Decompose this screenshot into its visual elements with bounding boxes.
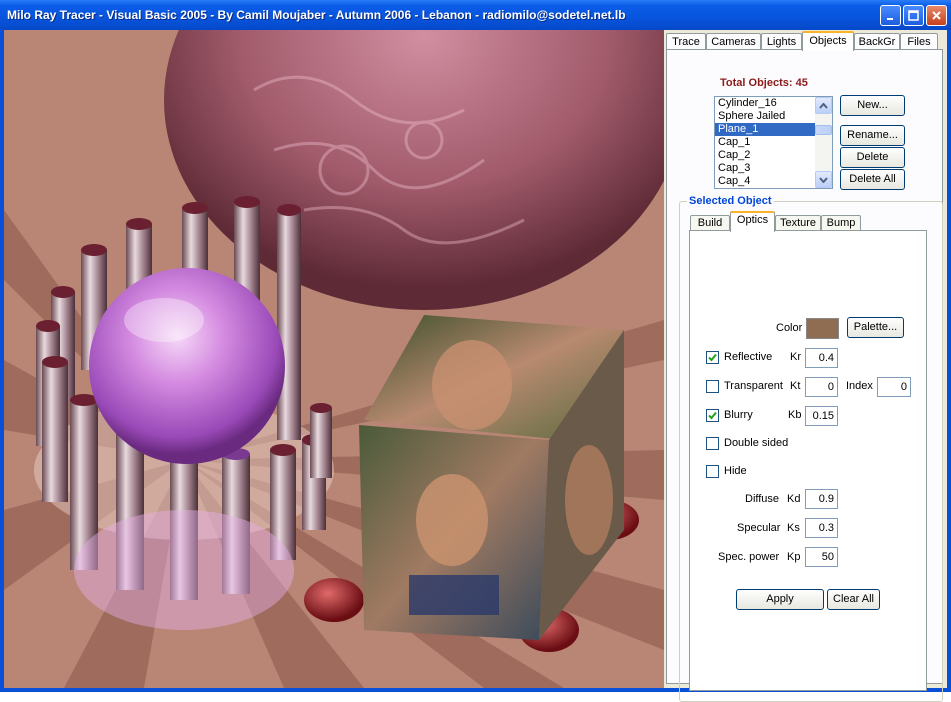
reflective-label: Reflective <box>724 351 773 363</box>
close-icon <box>932 11 941 20</box>
ks-label: Ks <box>787 522 800 534</box>
total-objects-count: 45 <box>795 77 808 89</box>
selected-object-label: Selected Object <box>687 195 774 207</box>
minimize-button[interactable] <box>880 5 901 26</box>
scroll-down-button[interactable] <box>815 171 832 188</box>
close-button[interactable] <box>926 5 947 26</box>
list-item[interactable]: Cap_1 <box>715 136 817 149</box>
kb-label: Kb <box>788 409 802 421</box>
render-canvas[interactable] <box>4 30 664 688</box>
chevron-down-icon <box>819 176 828 183</box>
list-scrollbar[interactable] <box>815 97 832 188</box>
double-sided-checkbox[interactable] <box>706 437 719 450</box>
delete-button[interactable]: Delete <box>840 147 905 168</box>
spec-power-label: Spec. power <box>718 551 780 563</box>
scroll-up-button[interactable] <box>815 97 832 114</box>
blurry-label: Blurry <box>724 409 753 421</box>
app-window: Milo Ray Tracer - Visual Basic 2005 - By… <box>0 0 951 702</box>
list-item[interactable]: Cap_3 <box>715 162 817 175</box>
specular-label: Specular <box>737 522 781 534</box>
blurry-checkbox[interactable] <box>706 409 719 422</box>
tab-cameras[interactable]: Cameras <box>706 33 761 50</box>
kd-label: Kd <box>787 493 801 505</box>
rendered-scene-image <box>4 30 664 688</box>
maximize-icon <box>908 10 919 21</box>
optics-panel: Color Palette... Reflective Kr 0.4 Trans… <box>689 230 927 691</box>
check-icon <box>708 411 717 420</box>
rename-button[interactable]: Rename... <box>840 125 905 146</box>
list-item[interactable]: Cap_2 <box>715 149 817 162</box>
kp-input[interactable]: 50 <box>805 547 838 567</box>
kr-input[interactable]: 0.4 <box>805 348 838 368</box>
palette-button[interactable]: Palette... <box>847 317 904 338</box>
list-item[interactable]: Cap_4 <box>715 175 817 188</box>
kp-label: Kp <box>787 551 801 563</box>
objects-listbox[interactable]: Cylinder_16 Sphere Jailed Plane_1 Cap_1 … <box>714 96 833 189</box>
window-title: Milo Ray Tracer - Visual Basic 2005 - By… <box>7 8 626 22</box>
clear-all-button[interactable]: Clear All <box>827 589 880 610</box>
tab-lights[interactable]: Lights <box>761 33 802 50</box>
total-objects-label: Total Objects: <box>720 77 793 89</box>
index-input[interactable]: 0 <box>877 377 911 397</box>
check-icon <box>708 353 717 362</box>
color-swatch[interactable] <box>806 318 839 339</box>
new-button[interactable]: New... <box>840 95 905 116</box>
chevron-up-icon <box>819 102 828 109</box>
list-item[interactable]: Sphere Jailed <box>715 110 817 123</box>
total-objects: Total Objects: 45 <box>720 77 808 89</box>
maximize-button[interactable] <box>903 5 924 26</box>
tab-objects[interactable]: Objects <box>802 31 854 51</box>
tab-bump[interactable]: Bump <box>821 215 861 231</box>
kt-label: Kt <box>790 380 801 392</box>
list-item[interactable]: Cylinder_16 <box>715 97 817 110</box>
kt-input[interactable]: 0 <box>805 377 838 397</box>
diffuse-label: Diffuse <box>745 493 780 505</box>
tab-backgr[interactable]: BackGr <box>854 33 900 50</box>
tab-optics[interactable]: Optics <box>730 211 775 232</box>
tab-trace[interactable]: Trace <box>666 33 706 50</box>
transparent-label: Transparent <box>724 380 783 392</box>
transparent-checkbox[interactable] <box>706 380 719 393</box>
hide-label: Hide <box>724 465 747 477</box>
ks-input[interactable]: 0.3 <box>805 518 838 538</box>
kb-input[interactable]: 0.15 <box>805 406 838 426</box>
control-panel: Trace Cameras Lights Objects BackGr File… <box>664 30 947 702</box>
scroll-thumb[interactable] <box>815 125 832 135</box>
list-item-selected[interactable]: Plane_1 <box>715 123 817 136</box>
objects-tab-body: Total Objects: 45 Cylinder_16 Sphere Jai… <box>666 49 943 702</box>
title-bar[interactable]: Milo Ray Tracer - Visual Basic 2005 - By… <box>0 0 951 30</box>
hide-checkbox[interactable] <box>706 465 719 478</box>
reflective-checkbox[interactable] <box>706 351 719 364</box>
color-label: Color <box>776 322 803 334</box>
tab-files[interactable]: Files <box>900 33 938 50</box>
kd-input[interactable]: 0.9 <box>805 489 838 509</box>
tab-build[interactable]: Build <box>690 215 730 231</box>
delete-all-button[interactable]: Delete All <box>840 169 905 190</box>
tab-texture[interactable]: Texture <box>775 215 821 231</box>
kr-label: Kr <box>790 351 801 363</box>
double-sided-label: Double sided <box>724 437 789 449</box>
minimize-icon <box>887 18 893 20</box>
index-label: Index <box>846 380 873 392</box>
apply-button[interactable]: Apply <box>736 589 824 610</box>
